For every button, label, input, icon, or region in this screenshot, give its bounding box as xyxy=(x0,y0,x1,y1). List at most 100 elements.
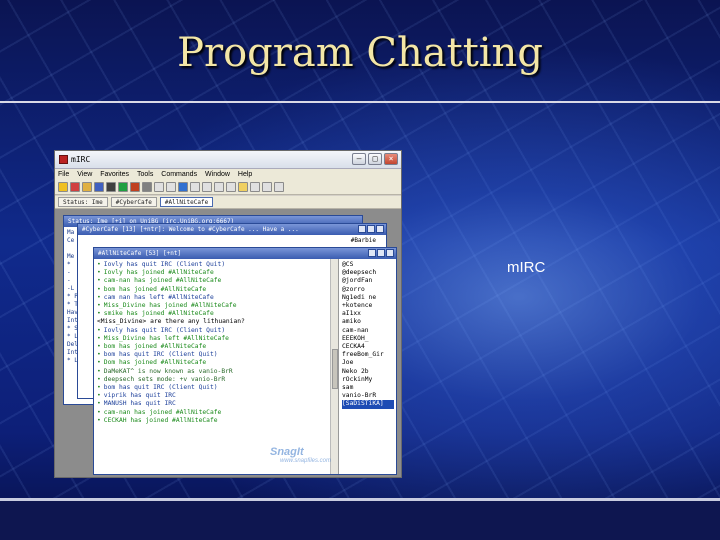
nick-list[interactable]: @CS @deepsech @jordFan @zorro Ng1edi ne +kote… xyxy=(338,259,396,474)
mirc-caption: mIRC xyxy=(507,259,546,276)
nick-item[interactable]: +kotence xyxy=(342,302,394,310)
nick-item[interactable]: @deepsech xyxy=(342,269,394,277)
address-book-icon[interactable] xyxy=(118,182,128,192)
menu-window[interactable]: Window xyxy=(205,171,230,178)
maximize-icon[interactable] xyxy=(367,225,375,233)
chat-log[interactable]: • Iovly has quit IRC (Client Quit) • Iovly … xyxy=(94,259,330,474)
cascade-icon[interactable] xyxy=(238,182,248,192)
favorites-icon[interactable] xyxy=(106,182,116,192)
nick-item[interactable]: Ng1edi ne xyxy=(342,294,394,302)
menu-file[interactable]: File xyxy=(58,171,69,178)
nick-item[interactable]: EEEKOH_ xyxy=(342,335,394,343)
nick-item[interactable]: @CS xyxy=(342,261,394,269)
maximize-icon[interactable]: □ xyxy=(368,153,382,165)
urls-icon[interactable] xyxy=(190,182,200,192)
chat-line: • cam-nan has joined #AllNiteCafe xyxy=(97,277,327,285)
nick-item[interactable]: aI1xx xyxy=(342,310,394,318)
close-icon[interactable] xyxy=(386,249,394,257)
dcc-chat-icon[interactable] xyxy=(166,182,176,192)
scripts-icon[interactable] xyxy=(130,182,140,192)
chat-line: • Iovly has joined #AllNiteCafe xyxy=(97,269,327,277)
colors-icon[interactable] xyxy=(142,182,152,192)
bullet-icon: • xyxy=(97,384,101,392)
maximize-icon[interactable] xyxy=(377,249,385,257)
disconnect-icon[interactable] xyxy=(70,182,80,192)
toolbar xyxy=(55,181,401,195)
menu-help[interactable]: Help xyxy=(238,171,252,178)
received-icon[interactable] xyxy=(214,182,224,192)
chat-line: • Dom has joined #AllNiteCafe xyxy=(97,359,327,367)
menu-commands[interactable]: Commands xyxy=(161,171,197,178)
chat-line-text: <Miss_Divine> are there any lithuanian? xyxy=(97,318,245,326)
channels-icon[interactable] xyxy=(94,182,104,192)
chat-line-text: bom has joined #AllNiteCafe xyxy=(103,285,207,293)
chat-line-text: bom has quit IRC (Client Quit) xyxy=(103,351,218,359)
nick-item[interactable]: amiko xyxy=(342,318,394,326)
chat-line-text: cam-nan has joined #AllNiteCafe xyxy=(103,408,222,416)
connect-icon[interactable] xyxy=(58,182,68,192)
nick-item[interactable]: [SaDiSTiKA] xyxy=(342,400,394,409)
nick-item[interactable]: cam-nan xyxy=(342,327,394,335)
allnitecafe-window[interactable]: #AllNiteCafe [53] [+nt] • Iovly has quit … xyxy=(93,247,397,475)
menu-tools[interactable]: Tools xyxy=(137,171,153,178)
menu-view[interactable]: View xyxy=(77,171,92,178)
chat-scrollbar[interactable] xyxy=(330,259,338,474)
nick-item[interactable]: freeBom_Gir xyxy=(342,351,394,359)
nick-item[interactable]: vanio-BrR xyxy=(342,392,394,400)
nick-item[interactable]: @jordFan xyxy=(342,277,394,285)
chat-line-text: deepsech sets mode: +v vanio-BrR xyxy=(103,375,226,383)
nick-item[interactable]: sam xyxy=(342,384,394,392)
chat-line-text: Dom has joined #AllNiteCafe xyxy=(103,359,207,367)
minimize-icon[interactable] xyxy=(368,249,376,257)
app-titlebar: mIRC – □ × xyxy=(55,151,401,169)
app-title: mIRC xyxy=(71,155,91,164)
minimize-icon[interactable] xyxy=(358,225,366,233)
logs-icon[interactable] xyxy=(226,182,236,192)
chat-line-text: MANUSH has quit IRC xyxy=(103,400,176,408)
nick-item[interactable]: @zorro xyxy=(342,286,394,294)
chat-line-text: DaMeKAT^ is now known as vanio-BrR xyxy=(103,367,233,375)
chat-line: • Miss_Divine has joined #AllNiteCafe xyxy=(97,302,327,310)
window-controls: – □ × xyxy=(352,153,398,165)
bullet-icon: • xyxy=(97,416,101,424)
bullet-icon: • xyxy=(97,277,101,285)
chat-line-text: CECKAH has joined #AllNiteCafe xyxy=(103,416,218,424)
help-icon[interactable] xyxy=(274,182,284,192)
footer-bar xyxy=(0,498,720,540)
tile-icon[interactable] xyxy=(250,182,260,192)
title-divider xyxy=(0,101,720,103)
bullet-icon: • xyxy=(97,351,101,359)
snagit-watermark: SnagIt www.snapfiles.com xyxy=(270,446,332,464)
bullet-icon: • xyxy=(97,375,101,383)
bullet-icon: • xyxy=(97,261,101,268)
options-icon[interactable] xyxy=(82,182,92,192)
nick-item[interactable]: Joe xyxy=(342,359,394,367)
chat-line: • DaMeKAT^ is now known as vanio-BrR xyxy=(97,368,327,376)
switch-cybercafe[interactable]: #CyberCafe xyxy=(110,197,157,207)
switch-status[interactable]: Status: Ime xyxy=(58,197,108,207)
close-icon[interactable] xyxy=(376,225,384,233)
menu-favorites[interactable]: Favorites xyxy=(100,171,129,178)
chat-line: • Miss_Divine has left #AllNiteCafe xyxy=(97,335,327,343)
mdi-workspace: Status: Ime [+i] on UniBG (irc.UniBG.org… xyxy=(55,209,401,477)
list-icon[interactable] xyxy=(202,182,212,192)
nick-item[interactable]: rOckinMy xyxy=(342,376,394,384)
bullet-icon: • xyxy=(97,367,101,375)
bullet-icon: • xyxy=(97,269,101,277)
nick-item[interactable]: CECKA4 xyxy=(342,343,394,351)
bullet-icon: • xyxy=(97,310,101,318)
switch-allnitecafe[interactable]: #AllNiteCafe xyxy=(159,197,214,207)
chat-line: • cam nan has left #AllNiteCafe xyxy=(97,294,327,302)
bullet-icon: • xyxy=(97,326,101,334)
nick-item[interactable]: Neko 2b xyxy=(342,368,394,376)
chat-line: • Iovly has quit IRC (Client Quit) xyxy=(97,327,327,335)
arrange-icon[interactable] xyxy=(262,182,272,192)
dcc-send-icon[interactable] xyxy=(154,182,164,192)
bullet-icon: • xyxy=(97,359,101,367)
chat-line-text: Miss_Divine has left #AllNiteCafe xyxy=(103,334,229,342)
bullet-icon: • xyxy=(97,302,101,310)
notify-icon[interactable] xyxy=(178,182,188,192)
close-icon[interactable]: × xyxy=(384,153,398,165)
bullet-icon: • xyxy=(97,392,101,400)
minimize-icon[interactable]: – xyxy=(352,153,366,165)
